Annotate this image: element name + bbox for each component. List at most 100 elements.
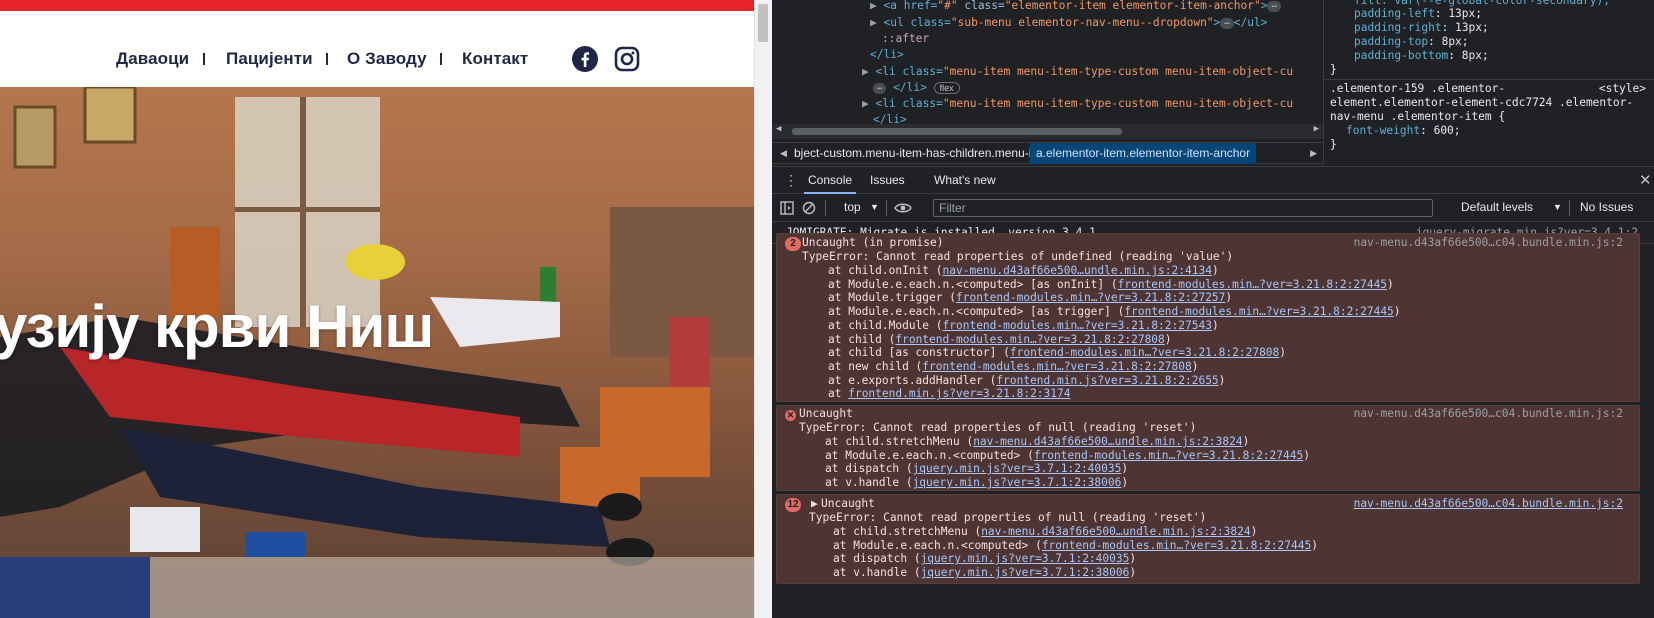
stack-frame-link[interactable]: frontend-modules.min…?ver=3.21.8:2:27808 (922, 360, 1191, 373)
page-scrollbar-thumb[interactable] (758, 4, 768, 42)
hero-image: узију крви Ниш (0, 87, 754, 618)
stack-frame-link[interactable]: nav-menu.d43af66e500…undle.min.js:2:3824 (973, 435, 1242, 448)
stack-frame: at child.Module (frontend-modules.min…?v… (828, 318, 1219, 332)
stack-frame: at v.handle (jquery.min.js?ver=3.7.1:2:3… (825, 476, 1129, 490)
style-font-weight[interactable]: font-weight: 600; (1346, 124, 1461, 138)
error-message: TypeError: Cannot read properties of nul… (799, 421, 1197, 434)
stack-frame: at child.stretchMenu (nav-menu.d43af66e5… (833, 525, 1258, 538)
scroll-left-icon[interactable]: ◀ (776, 124, 781, 134)
error-count-badge: 2 (785, 236, 801, 251)
ellipsis-badge[interactable]: … (873, 82, 887, 94)
facebook-icon[interactable] (572, 46, 598, 72)
style-selector[interactable]: element.elementor-element-cdc7724 .eleme… (1330, 96, 1633, 110)
stack-frame: at new child (frontend-modules.min…?ver=… (828, 359, 1199, 373)
close-drawer-icon[interactable]: ✕ (1639, 167, 1652, 194)
eye-icon[interactable] (894, 201, 912, 215)
message-source-link[interactable]: nav-menu.d43af66e500…c04.bundle.min.js:2 (1354, 236, 1623, 249)
chevron-down-icon[interactable]: ▼ (870, 194, 879, 221)
nav-contact[interactable]: Контакт (462, 49, 528, 69)
console-message-error[interactable]: 2 Uncaught (in promise) nav-menu.d43af66… (776, 233, 1640, 402)
elements-hscroll-thumb[interactable] (792, 128, 1122, 135)
stack-frame-link[interactable]: jquery.min.js?ver=3.7.1:2:38006 (913, 476, 1122, 489)
style-source-link[interactable]: <style> (1599, 82, 1646, 96)
crumb-right-icon[interactable]: ▶ (1310, 143, 1317, 164)
dom-node-a[interactable]: ▶ <a href="#" class="elementor-item elem… (870, 0, 1281, 13)
context-select[interactable]: top (844, 194, 861, 221)
scroll-right-icon[interactable]: ▶ (1314, 124, 1319, 134)
message-source-link[interactable]: nav-menu.d43af66e500…c04.bundle.min.js:2 (1354, 497, 1623, 510)
nav-patients[interactable]: Пацијенти (226, 49, 313, 69)
stack-frame-link[interactable]: frontend-modules.min…?ver=3.21.8:2:27445 (1124, 305, 1393, 318)
top-bar (0, 0, 754, 11)
stack-frame-link[interactable]: jquery.min.js?ver=3.7.1:2:40035 (921, 552, 1130, 565)
dom-node-li[interactable]: ▶ <li class="menu-item menu-item-type-cu… (862, 96, 1293, 111)
style-rule-close: } (1330, 138, 1337, 151)
stack-frame-link[interactable]: frontend-modules.min…?ver=3.21.8:2:27257 (956, 291, 1225, 304)
message-source-link[interactable]: nav-menu.d43af66e500…c04.bundle.min.js:2 (1354, 407, 1623, 420)
dom-node-li[interactable]: ▶ <li class="menu-item menu-item-type-cu… (862, 64, 1293, 79)
style-selector[interactable]: nav-menu .elementor-item { (1330, 110, 1505, 124)
styles-pane: fill: var(--e-global-color-secondary); p… (1323, 0, 1654, 164)
stack-frame-link[interactable]: frontend-modules.min…?ver=3.21.8:2:27808 (1010, 346, 1279, 359)
elements-hscrollbar[interactable]: ◀ ▶ (772, 124, 1323, 139)
flex-badge[interactable]: flex (933, 82, 960, 94)
stack-frame: at v.handle (jquery.min.js?ver=3.7.1:2:3… (833, 566, 1137, 580)
ellipsis-badge[interactable]: … (1220, 17, 1234, 29)
dom-node-ul[interactable]: ▶ <ul class="sub-menu elementor-nav-menu… (870, 15, 1267, 30)
stack-frame-link[interactable]: jquery.min.js?ver=3.7.1:2:40035 (913, 462, 1122, 475)
page-scrollbar[interactable] (754, 0, 772, 618)
stack-frame-link[interactable]: frontend-modules.min…?ver=3.21.8:2:27445 (1034, 449, 1303, 462)
console-log: JQMIGRATE: Migrate is installed, version… (772, 222, 1654, 618)
error-count-badge: 12 (785, 497, 801, 512)
nav-about[interactable]: О Заводу (347, 49, 427, 69)
elements-tree: ▶ <a href="#" class="elementor-item elem… (772, 0, 1323, 140)
dom-node-after[interactable]: ::after (882, 31, 929, 46)
stack-frame-link[interactable]: frontend.min.js?ver=3.21.8:2:3174 (848, 387, 1070, 400)
log-levels-dropdown[interactable]: Default levels (1461, 194, 1533, 221)
clear-console-icon[interactable] (802, 201, 816, 215)
ellipsis-badge[interactable]: … (1267, 0, 1281, 12)
style-selector[interactable]: .elementor-159 .elementor- (1330, 82, 1505, 96)
breadcrumb-item-active[interactable]: a.elementor-item.elementor-item-anchor (1030, 143, 1257, 164)
stack-frame-link[interactable]: frontend-modules.min…?ver=3.21.8:2:27543 (943, 319, 1212, 332)
stack-frame-link[interactable]: frontend-modules.min…?ver=3.21.8:2:27808 (895, 333, 1164, 346)
stack-frame-link[interactable]: nav-menu.d43af66e500…undle.min.js:2:4134 (943, 264, 1212, 277)
tab-whats-new[interactable]: What's new (934, 167, 996, 194)
style-padding-left[interactable]: padding-left: 13px; (1354, 7, 1482, 21)
stack-frame-link[interactable]: jquery.min.js?ver=3.7.1:2:38006 (921, 566, 1130, 579)
nav-separator (203, 53, 205, 65)
filter-input[interactable]: Filter (933, 199, 1433, 217)
nav-separator (326, 53, 328, 65)
stack-frame-link[interactable]: frontend-modules.min…?ver=3.21.8:2:27445 (1118, 278, 1387, 291)
style-padding-top[interactable]: padding-top: 8px; (1354, 35, 1469, 49)
console-message-error[interactable]: 12 ▶ Uncaught nav-menu.d43af66e500…c04.b… (776, 494, 1640, 584)
expand-arrow-icon[interactable]: ▶ (811, 497, 818, 511)
toolbar-divider (886, 200, 887, 216)
instagram-icon[interactable] (614, 46, 640, 72)
dom-node-li-close-flex[interactable]: … </li> flex (873, 80, 960, 95)
dom-node-li-close[interactable]: </li> (870, 47, 904, 62)
tab-issues[interactable]: Issues (870, 167, 905, 194)
sidebar-toggle-icon[interactable] (780, 201, 794, 215)
toolbar-divider (1569, 200, 1570, 216)
stack-frame-link[interactable]: frontend.min.js?ver=3.21.8:2:2655 (996, 374, 1218, 387)
tab-console[interactable]: Console (804, 167, 857, 194)
stack-frame: at Module.e.each.n.<computed> [as onInit… (828, 277, 1394, 291)
stack-frame: at child.onInit (nav-menu.d43af66e500…un… (828, 264, 1219, 277)
rule-divider (1324, 79, 1654, 80)
console-message-error[interactable]: ✕ Uncaught nav-menu.d43af66e500…c04.bund… (776, 405, 1640, 491)
issues-counter[interactable]: No Issues (1580, 194, 1633, 221)
style-padding-right[interactable]: padding-right: 13px; (1354, 21, 1489, 35)
stack-frame: at child (frontend-modules.min…?ver=3.21… (828, 332, 1172, 346)
nav-donors[interactable]: Даваоци (116, 49, 189, 69)
nav-separator (440, 53, 442, 65)
toolbar-divider (825, 200, 826, 216)
stack-frame-link[interactable]: nav-menu.d43af66e500…undle.min.js:2:3824 (981, 525, 1250, 538)
drawer-menu-icon[interactable]: ⋮ (784, 167, 798, 194)
style-padding-bottom[interactable]: padding-bottom: 8px; (1354, 49, 1489, 63)
stack-frame: at e.exports.addHandler (frontend.min.js… (828, 373, 1226, 387)
crumb-left-icon[interactable]: ◀ (780, 143, 787, 164)
chevron-down-icon[interactable]: ▼ (1553, 194, 1562, 221)
site-header: Даваоци Пацијенти О Заводу Контакт (0, 11, 754, 87)
stack-frame-link[interactable]: frontend-modules.min…?ver=3.21.8:2:27445 (1042, 539, 1311, 552)
